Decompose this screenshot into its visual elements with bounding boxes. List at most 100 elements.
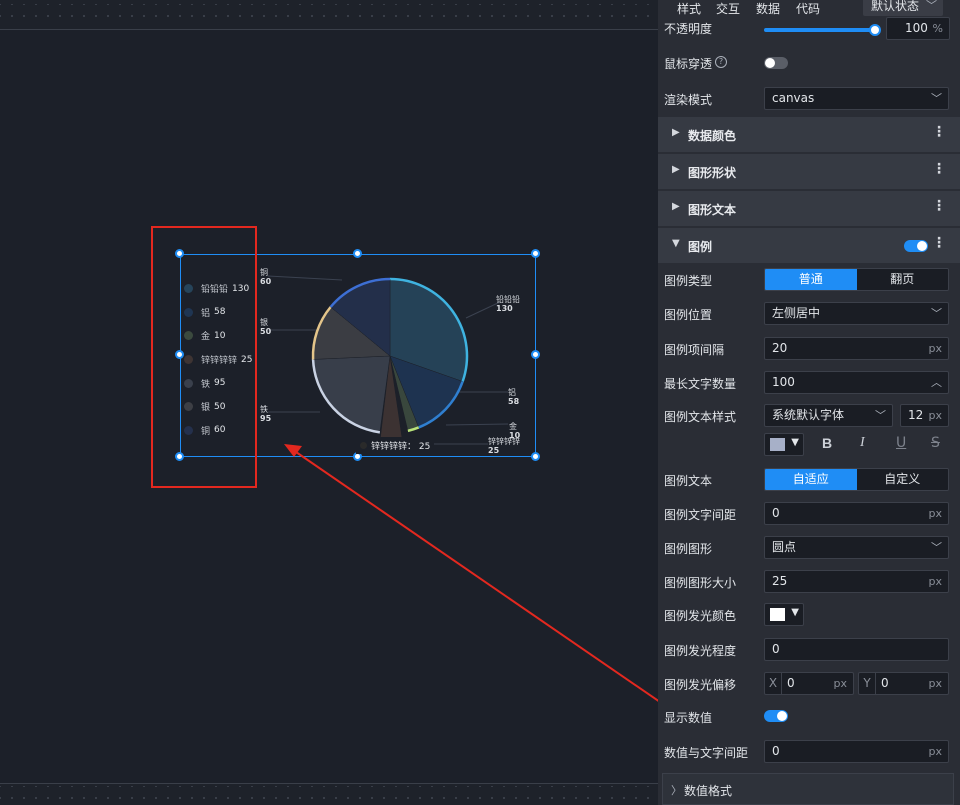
glow-offset-y-input[interactable]: Y 0 px [858,672,949,695]
slice-label-value: 130 [496,304,513,313]
opacity-input[interactable]: 100 % [886,17,950,40]
canvas-area[interactable]: 铅铅铅 130 铝 58 金 10 锌锌锌锌 25 铁 95 银 50 铜 60 铅铅铅 130 铝 58 金 10… [0,0,658,805]
render-mode-select[interactable]: canvas ﹀ [764,87,949,110]
slice-label-value: 58 [508,397,520,406]
value-spacing-row: 数值与文字间距 0 px [658,740,960,763]
slice-label-name: 锌锌锌锌 [488,437,520,446]
caret-down-icon: ▼ [791,437,799,448]
value-spacing-input[interactable]: 0 px [764,740,949,763]
annotation-highlight-box [151,226,257,488]
legend-gap-value: 20 [772,341,788,355]
section-shape-style[interactable]: ▶ 图形形状 ⋮ [658,153,960,189]
section-shape-text[interactable]: ▶ 图形文本 ⋮ [658,190,960,226]
panel-tabs: 样式 交互 数据 代码 默认状态 ﹀ [658,0,960,17]
opacity-slider-thumb[interactable] [869,24,881,36]
legend-text-custom[interactable]: 自定义 [856,469,948,490]
tab-style[interactable]: 样式 [677,0,701,17]
shape-size-row: 图例图形大小 25 px [658,570,960,593]
more-icon[interactable]: ⋮ [932,235,946,251]
legend-type-segmented: 普通 翻页 [764,268,949,291]
legend-position-value: 左侧居中 [772,306,821,320]
caret-down-icon: ▼ [672,238,680,249]
opacity-value: 100 [905,21,928,35]
slice-label-value: 25 [488,446,500,455]
slice-label: 铝 58 [508,388,519,406]
bold-button[interactable]: B [822,435,832,451]
legend-shape-select[interactable]: 圆点 ﹀ [764,536,949,559]
glow-color-swatch [770,608,785,621]
slice-label: 锌锌锌锌 25 [488,437,520,455]
caret-right-icon: ▶ [672,127,680,138]
more-icon[interactable]: ⋮ [932,124,946,140]
legend-position-select[interactable]: 左侧居中 ﹀ [764,302,949,325]
opacity-unit: % [932,22,943,35]
show-value-label: 显示数值 [664,711,713,725]
unit-px: px [928,575,943,588]
legend-position-row: 图例位置 左侧居中 ﹀ [658,302,960,325]
help-icon[interactable]: ? [715,56,727,68]
legend-shape-value: 圆点 [772,540,797,554]
section-shape-text-label: 图形文本 [688,203,737,217]
text-spacing-input[interactable]: 0 px [764,502,949,525]
chevron-up-icon[interactable]: ︿ [931,372,942,393]
show-value-toggle[interactable] [764,710,788,722]
opacity-label: 不透明度 [664,22,713,36]
legend-type-paged[interactable]: 翻页 [856,269,948,290]
unit-px: px [928,342,943,355]
tab-code[interactable]: 代码 [796,0,820,17]
leader-line [267,275,343,281]
text-color-picker[interactable]: ▼ [764,433,804,456]
mouse-through-label: 鼠标穿透 [664,57,713,71]
max-text-row: 最长文字数量 100 ︿ [658,371,960,394]
glow-level-input[interactable]: 0 [764,638,949,661]
caret-right-icon: ▶ [672,201,680,212]
legend-gap-input[interactable]: 20 px [764,337,949,360]
glow-x-value: 0 [787,676,795,690]
legend-type-normal[interactable]: 普通 [765,269,857,290]
shape-size-input[interactable]: 25 px [764,570,949,593]
glow-offset-label: 图例发光偏移 [664,678,737,692]
legend-text-adaptive[interactable]: 自适应 [765,469,857,490]
pie-slice[interactable] [312,355,391,433]
legend-text-row: 图例文本 自适应 自定义 [658,468,960,491]
leader-line [465,301,501,319]
slice-label-value: 60 [260,277,272,286]
unit-px: px [928,507,943,520]
text-spacing-value: 0 [772,506,780,520]
legend-toggle[interactable] [904,240,928,252]
section-value-format[interactable]: 〉 数值格式 [662,773,954,805]
font-family-select[interactable]: 系统默认字体 ﹀ [764,404,893,427]
unit-px: px [928,745,943,758]
legend-text-segmented: 自适应 自定义 [764,468,949,491]
slice-label-name: 铁 [260,405,268,414]
slice-label-name: 铅铅铅 [496,295,520,304]
chevron-down-icon: ﹀ [875,409,886,422]
underline-button[interactable]: U [896,435,906,451]
shape-size-label: 图例图形大小 [664,576,737,590]
tab-interaction[interactable]: 交互 [716,0,740,17]
tab-data[interactable]: 数据 [756,0,780,17]
slice-label-value: 95 [260,414,272,423]
glow-offset-x-input[interactable]: X 0 px [764,672,854,695]
section-shape-style-label: 图形形状 [688,166,737,180]
more-icon[interactable]: ⋮ [932,161,946,177]
strikethrough-button[interactable]: S [931,435,940,451]
section-data-color[interactable]: ▶ 数据颜色 ⋮ [658,116,960,152]
max-text-input[interactable]: 100 ︿ [764,371,949,394]
value-spacing-label: 数值与文字间距 [664,746,749,760]
font-size-input[interactable]: 12 px [900,404,949,427]
italic-button[interactable]: I [860,435,865,451]
slice-label: 银 50 [260,318,271,336]
opacity-slider[interactable] [764,28,876,32]
mouse-through-toggle[interactable] [764,57,788,69]
more-icon[interactable]: ⋮ [932,198,946,214]
slice-label-name: 金 [509,422,517,431]
section-legend[interactable]: ▼ 图例 ⋮ [658,227,960,263]
glow-y-label: Y [859,673,876,694]
glow-color-picker[interactable]: ▼ [764,603,804,626]
section-data-color-label: 数据颜色 [688,129,737,143]
slice-label: 铁 95 [260,405,271,423]
chevron-down-icon: ﹀ [931,92,942,105]
caret-right-icon: ▶ [672,164,680,175]
state-select[interactable]: 默认状态 ﹀ [863,0,943,16]
